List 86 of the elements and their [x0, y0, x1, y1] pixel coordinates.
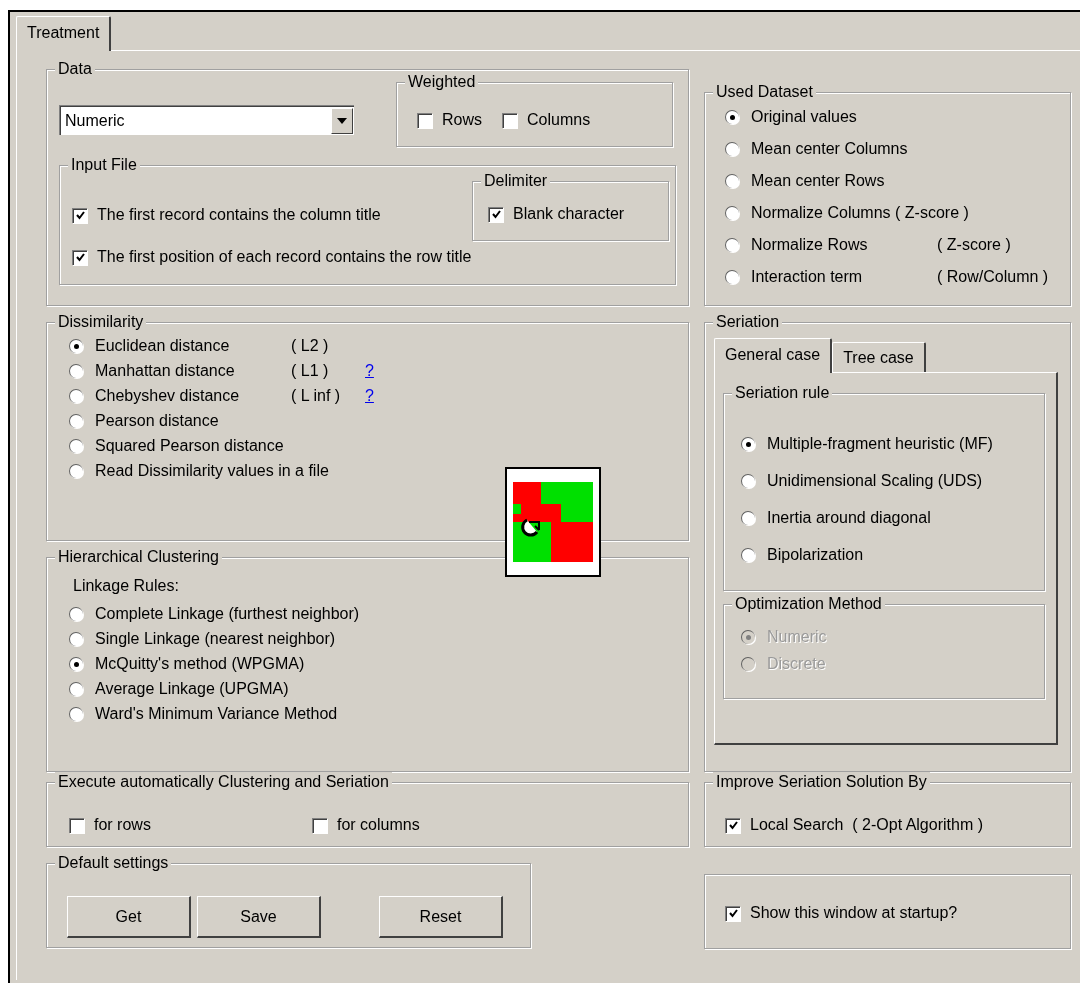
radio-button[interactable]	[69, 439, 83, 453]
radio-label: Average Linkage (UPGMA)	[95, 679, 289, 699]
radio-label: Original values	[751, 107, 857, 127]
radio-button[interactable]	[725, 270, 739, 284]
radio-label: Squared Pearson distance	[95, 436, 284, 456]
radio-button[interactable]	[725, 142, 739, 156]
checkbox[interactable]	[72, 249, 87, 265]
radio-label: Mean center Rows	[751, 171, 885, 191]
radio-note: ( Z-score )	[937, 235, 1011, 255]
radio-label: Discrete	[767, 654, 826, 674]
help-link[interactable]: ?	[365, 384, 374, 408]
radio-button[interactable]	[741, 437, 755, 451]
group-title: Hierarchical Clustering	[55, 547, 222, 567]
checkbox-label: Rows	[442, 110, 482, 130]
radio-button[interactable]	[69, 414, 83, 428]
radio-note: ( L2 )	[291, 336, 330, 356]
radio-button[interactable]	[725, 174, 739, 188]
radio-label: Inertia around diagonal	[767, 508, 931, 528]
radio-label: Euclidean distance	[95, 336, 231, 356]
radio-button[interactable]	[69, 707, 83, 721]
checkbox-label: for rows	[94, 815, 151, 835]
radio-note: ( Row/Column )	[937, 267, 1049, 287]
radio-label: Ward's Minimum Variance Method	[95, 704, 338, 724]
radio-label: Bipolarization	[767, 545, 864, 565]
checkbox[interactable]	[72, 207, 87, 223]
radio-label: Manhattan distance	[95, 361, 236, 381]
radio-button[interactable]	[69, 339, 83, 353]
radio-button[interactable]	[741, 474, 755, 488]
radio-button[interactable]	[69, 607, 83, 621]
group-title: Improve Seriation Solution By	[713, 772, 930, 792]
checkbox[interactable]	[725, 817, 740, 833]
data-type-select[interactable]: Numeric	[59, 105, 354, 135]
checkbox[interactable]	[69, 817, 84, 833]
checkbox[interactable]	[488, 206, 503, 222]
radio-button[interactable]	[725, 110, 739, 124]
checkbox[interactable]	[502, 112, 517, 128]
checkbox[interactable]	[725, 905, 740, 921]
group-title: Execute automatically Clustering and Seriation	[55, 772, 392, 792]
radio-label: Numeric	[767, 627, 827, 647]
group-title: Default settings	[55, 853, 172, 873]
radio-button[interactable]	[741, 511, 755, 525]
linkage-rules-label: Linkage Rules:	[73, 576, 180, 596]
checkbox-label: Show this window at startup?	[750, 903, 958, 923]
tab[interactable]: Treatment	[16, 16, 112, 51]
checkbox-label: The first record contains the column title	[97, 205, 381, 225]
help-link[interactable]: ?	[365, 359, 374, 383]
group-title: Weighted	[405, 72, 479, 92]
radio-label: Mean center Columns	[751, 139, 908, 159]
checkbox-label: Blank character	[513, 204, 625, 224]
checkbox[interactable]	[417, 112, 432, 128]
radio-button[interactable]	[725, 238, 739, 252]
radio-label: Interaction term	[751, 267, 864, 287]
radio-label: Read Dissimilarity values in a file	[95, 461, 329, 481]
group-title: Input File	[68, 155, 140, 175]
radio-note: ( L inf )	[291, 386, 342, 406]
radio-label: Chebyshev distance	[95, 386, 241, 406]
radio-label: McQuitty's method (WPGMA)	[95, 654, 305, 674]
radio-label: Pearson distance	[95, 411, 219, 431]
radio-button[interactable]	[69, 389, 83, 403]
radio-button[interactable]	[69, 657, 83, 671]
radio-label: Multiple-fragment heuristic (MF)	[767, 434, 993, 454]
radio-label: Normalize Columns ( Z-score )	[751, 203, 969, 223]
checkbox-label: Columns	[527, 110, 591, 130]
checkbox[interactable]	[312, 817, 327, 833]
radio-label: Unidimensional Scaling (UDS)	[767, 471, 983, 491]
tab[interactable]: General case	[714, 338, 833, 373]
radio-label: Single Linkage (nearest neighbor)	[95, 629, 336, 649]
radio-button[interactable]	[69, 632, 83, 646]
matrix-icon	[505, 467, 601, 577]
group-title: Dissimilarity	[55, 312, 147, 332]
radio-button[interactable]	[69, 364, 83, 378]
checkbox-label: The first position of each record contains the row title	[97, 247, 472, 267]
radio-button[interactable]	[69, 682, 83, 696]
radio-label: Normalize Rows	[751, 235, 869, 255]
radio-label: Complete Linkage (furthest neighbor)	[95, 604, 360, 624]
radio-button[interactable]	[741, 548, 755, 562]
settings-button[interactable]: Reset	[379, 896, 503, 938]
checkbox-label: Local Search ( 2-Opt Algorithm )	[750, 815, 983, 835]
radio-button[interactable]	[69, 464, 83, 478]
group-title: Optimization Method	[732, 594, 885, 614]
settings-button[interactable]: Get	[67, 896, 191, 938]
checkbox-label: for columns	[337, 815, 420, 835]
settings-button[interactable]: Save	[197, 896, 321, 938]
radio-button[interactable]	[725, 206, 739, 220]
radio-note: ( L1 )	[291, 361, 330, 381]
tab[interactable]: Tree case	[832, 342, 926, 372]
